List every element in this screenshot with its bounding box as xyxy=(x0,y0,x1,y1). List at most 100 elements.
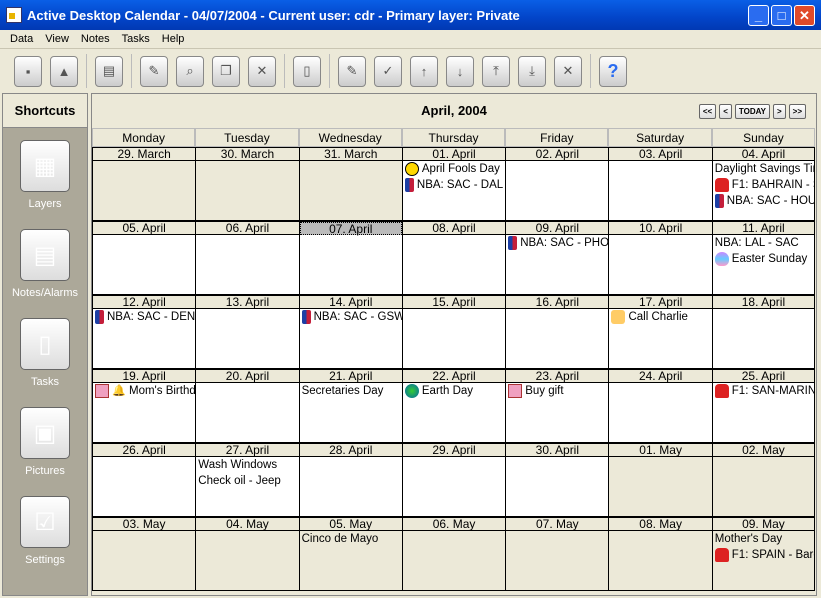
day-cell[interactable]: 30. April xyxy=(505,443,609,517)
calendar-event[interactable]: NBA: SAC - GSW xyxy=(300,309,402,325)
day-cell[interactable]: 06. May xyxy=(401,517,506,591)
day-cell[interactable]: 31. March xyxy=(298,147,402,221)
day-cell[interactable]: 30. March xyxy=(195,147,299,221)
day-cell[interactable]: 29. April xyxy=(401,443,506,517)
calendar-event[interactable]: NBA: SAC - HOU xyxy=(713,193,814,209)
calendar-event[interactable]: Earth Day xyxy=(403,383,505,399)
shortcut-pictures[interactable]: ▣ Pictures xyxy=(3,395,87,484)
help-button[interactable]: ? xyxy=(599,55,627,87)
calendar-event[interactable]: Secretaries Day xyxy=(300,383,402,399)
day-cell[interactable]: 08. April xyxy=(401,221,506,295)
calendar-event[interactable]: Easter Sunday xyxy=(713,251,814,267)
menu-tasks[interactable]: Tasks xyxy=(116,33,156,45)
delete-task-button[interactable]: ✕ xyxy=(554,55,582,87)
shortcut-tasks[interactable]: ▯ Tasks xyxy=(3,306,87,395)
maximize-button[interactable]: □ xyxy=(771,5,792,26)
day-cell[interactable]: 12. April NBA: SAC - DEN xyxy=(92,295,196,369)
calendar-event[interactable]: Wash Windows xyxy=(196,457,298,473)
copy-note-button[interactable]: ❐ xyxy=(212,55,240,87)
calendar-event[interactable]: NBA: SAC - DAL xyxy=(403,177,505,193)
first-button[interactable]: << xyxy=(698,104,717,119)
day-cell[interactable]: 27. April Wash Windows Check oil - Jeep xyxy=(195,443,299,517)
calendar-event[interactable]: 🔔Mom's Birthday xyxy=(93,383,195,399)
day-cell[interactable]: 05. May Cinco de Mayo xyxy=(298,517,402,591)
day-cell[interactable]: 01. May xyxy=(608,443,712,517)
day-cell[interactable]: 09. May Mother's Day F1: SPAIN - Barcelona xyxy=(711,517,816,591)
complete-task-button[interactable]: ✓ xyxy=(374,55,402,87)
menu-data[interactable]: Data xyxy=(4,33,39,45)
calendar-event[interactable]: F1: BAHRAIN - Sakhir xyxy=(713,177,814,193)
prev-button[interactable]: < xyxy=(719,104,732,119)
calendar-event[interactable]: Check oil - Jeep xyxy=(196,473,298,489)
day-cell[interactable]: 07. May xyxy=(505,517,609,591)
day-cell[interactable]: 15. April xyxy=(401,295,506,369)
day-cell[interactable]: 02. April xyxy=(505,147,609,221)
move-task-down-button[interactable]: ↓ xyxy=(446,55,474,87)
move-task-bottom-button[interactable]: ⤓ xyxy=(518,55,546,87)
day-cell[interactable]: 29. March xyxy=(92,147,196,221)
find-note-button[interactable]: ⌕ xyxy=(176,55,204,87)
day-cell[interactable]: 09. April NBA: SAC - PHO xyxy=(505,221,609,295)
shortcut-layers[interactable]: ▦ Layers xyxy=(3,128,87,217)
close-button[interactable]: ✕ xyxy=(794,5,815,26)
new-alarm-button[interactable]: ▲ xyxy=(50,55,78,87)
day-cell[interactable]: 14. April NBA: SAC - GSW xyxy=(298,295,402,369)
calendar-event[interactable]: Call Charlie xyxy=(609,309,711,325)
menu-notes[interactable]: Notes xyxy=(75,33,116,45)
calendar-event[interactable]: NBA: LAL - SAC xyxy=(713,235,814,251)
day-cell[interactable]: 02. May xyxy=(711,443,816,517)
day-cell[interactable]: 23. April Buy gift xyxy=(505,369,609,443)
event-text: F1: BAHRAIN - Sakhir xyxy=(731,179,814,191)
calendar-event[interactable]: Buy gift xyxy=(506,383,608,399)
day-cell[interactable]: 13. April xyxy=(195,295,299,369)
last-button[interactable]: >> xyxy=(788,104,806,119)
print-button[interactable]: ▤ xyxy=(95,55,123,87)
today-button[interactable]: TODAY xyxy=(734,104,770,119)
move-task-up-button[interactable]: ↑ xyxy=(410,55,438,87)
day-cell[interactable]: 07. April xyxy=(298,221,402,295)
day-cell[interactable]: 19. April🔔Mom's Birthday xyxy=(92,369,196,443)
day-date: 09. April xyxy=(506,222,609,235)
day-cell[interactable]: 08. May xyxy=(608,517,712,591)
day-cell[interactable]: 03. May xyxy=(92,517,196,591)
day-cell[interactable]: 05. April xyxy=(92,221,196,295)
move-task-top-button[interactable]: ⤒ xyxy=(482,55,510,87)
day-cell[interactable]: 24. April xyxy=(608,369,712,443)
day-cell[interactable]: 25. April F1: SAN-MARINO xyxy=(711,369,816,443)
calendar-event[interactable]: F1: SPAIN - Barcelona xyxy=(713,547,814,563)
day-cell[interactable]: 18. April xyxy=(711,295,816,369)
menu-view[interactable]: View xyxy=(39,33,75,45)
calendar-event[interactable]: Mother's Day xyxy=(713,531,814,547)
day-cell[interactable]: 22. April Earth Day xyxy=(401,369,506,443)
next-button[interactable]: > xyxy=(772,104,786,119)
day-cell[interactable]: 01. April April Fools Day NBA: SAC - DAL xyxy=(401,147,506,221)
day-cell[interactable]: 11. April NBA: LAL - SAC Easter Sunday xyxy=(711,221,816,295)
day-cell[interactable]: 03. April xyxy=(608,147,712,221)
day-cell[interactable]: 16. April xyxy=(505,295,609,369)
day-cell[interactable]: 28. April xyxy=(298,443,402,517)
calendar-event[interactable]: NBA: SAC - DEN xyxy=(93,309,195,325)
calendar-event[interactable]: Cinco de Mayo xyxy=(300,531,402,547)
day-cell[interactable]: 10. April xyxy=(608,221,712,295)
edit-task-button[interactable]: ✎ xyxy=(338,55,366,87)
calendar-event[interactable]: NBA: SAC - PHO xyxy=(506,235,608,251)
day-cell[interactable]: 21. April Secretaries Day xyxy=(298,369,402,443)
menu-help[interactable]: Help xyxy=(156,33,191,45)
event-text: Earth Day xyxy=(421,385,474,397)
new-note-button[interactable]: ▪ xyxy=(14,55,42,87)
day-cell[interactable]: 06. April xyxy=(195,221,299,295)
day-cell[interactable]: 26. April xyxy=(92,443,196,517)
calendar-event[interactable]: April Fools Day xyxy=(403,161,505,177)
new-task-button[interactable]: ▯ xyxy=(293,55,321,87)
day-cell[interactable]: 04. May xyxy=(195,517,299,591)
shortcut-settings[interactable]: ☑ Settings xyxy=(3,484,87,573)
minimize-button[interactable]: _ xyxy=(748,5,769,26)
delete-note-button[interactable]: ✕ xyxy=(248,55,276,87)
edit-note-button[interactable]: ✎ xyxy=(140,55,168,87)
day-cell[interactable]: 20. April xyxy=(195,369,299,443)
calendar-event[interactable]: F1: SAN-MARINO xyxy=(713,383,814,399)
calendar-event[interactable]: Daylight Savings Time xyxy=(713,161,814,177)
day-cell[interactable]: 04. April Daylight Savings Time F1: BAHRAI… xyxy=(711,147,816,221)
day-cell[interactable]: 17. April Call Charlie xyxy=(608,295,712,369)
shortcut-notes-alarms[interactable]: ▤ Notes/Alarms xyxy=(3,217,87,306)
